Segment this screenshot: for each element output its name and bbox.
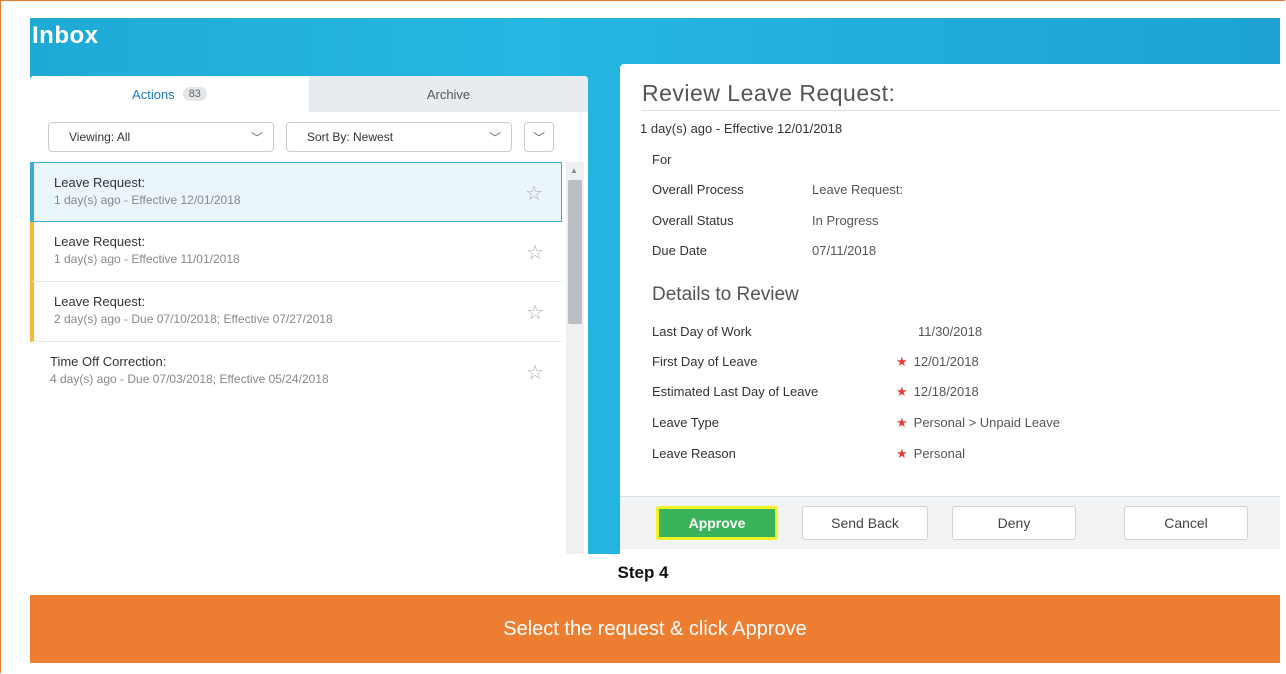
estimated-last-day-label: Estimated Last Day of Leave: [652, 384, 819, 399]
page-title: Inbox: [32, 22, 99, 49]
first-day-of-leave-field: ★ 12/01/2018: [896, 354, 979, 370]
for-label: For: [652, 152, 672, 167]
item-title: Leave Request:: [54, 175, 146, 190]
star-icon[interactable]: ☆: [525, 181, 543, 206]
list-scrollbar[interactable]: ▲: [566, 162, 584, 554]
cancel-button[interactable]: Cancel: [1124, 506, 1248, 540]
star-icon[interactable]: ☆: [526, 360, 544, 385]
estimated-last-day-field: ★ 12/18/2018: [896, 384, 979, 400]
viewing-dropdown[interactable]: Viewing: All ﹀: [48, 122, 274, 152]
list-item[interactable]: Leave Request: 1 day(s) ago - Effective …: [30, 162, 562, 222]
item-title: Leave Request:: [54, 234, 146, 249]
chevron-down-icon: ﹀: [488, 130, 501, 145]
action-button-bar: Approve Send Back Deny Cancel: [620, 496, 1280, 549]
detail-subtitle: 1 day(s) ago - Effective 12/01/2018: [640, 121, 843, 136]
send-back-button[interactable]: Send Back: [802, 506, 928, 540]
last-day-of-work-value: 11/30/2018: [918, 324, 983, 339]
scrollbar-thumb[interactable]: [568, 180, 582, 324]
list-item[interactable]: Time Off Correction: 4 day(s) ago - Due …: [30, 342, 562, 402]
item-subtitle: 1 day(s) ago - Effective 11/01/2018: [54, 252, 240, 266]
required-icon: ★: [896, 384, 908, 399]
chevron-down-icon: ﹀: [532, 130, 545, 145]
list-item[interactable]: Leave Request: 2 day(s) ago - Due 07/10/…: [30, 282, 562, 342]
inbox-list-panel: Actions 83 Archive Viewing: All ﹀ Sort B…: [30, 76, 588, 554]
overall-process-label: Overall Process: [652, 182, 744, 197]
deny-button[interactable]: Deny: [952, 506, 1076, 540]
sort-dropdown-value: Sort By: Newest: [307, 130, 394, 144]
due-date-label: Due Date: [652, 243, 707, 258]
item-title: Leave Request:: [54, 294, 146, 309]
item-subtitle: 2 day(s) ago - Due 07/10/2018; Effective…: [54, 312, 333, 326]
chevron-down-icon: ﹀: [250, 130, 263, 145]
leave-reason-label: Leave Reason: [652, 446, 736, 461]
filter-bar: Viewing: All ﹀ Sort By: Newest ﹀ ﹀: [30, 112, 588, 162]
detail-title: Review Leave Request:: [642, 80, 896, 106]
estimated-last-day-value: 12/18/2018: [913, 384, 979, 399]
star-icon[interactable]: ☆: [526, 240, 544, 265]
leave-type-value: Personal > Unpaid Leave: [913, 415, 1061, 430]
required-icon: ★: [896, 415, 908, 430]
leave-reason-value: Personal: [913, 446, 965, 461]
tab-actions[interactable]: Actions 83: [30, 76, 309, 112]
scroll-up-icon[interactable]: ▲: [570, 166, 578, 175]
item-subtitle: 4 day(s) ago - Due 07/03/2018; Effective…: [50, 372, 329, 386]
step-label: Step 4: [617, 563, 669, 582]
tab-archive-label: Archive: [426, 86, 471, 102]
leave-reason-field: ★ Personal: [896, 446, 965, 462]
tab-archive[interactable]: Archive: [309, 76, 588, 112]
overall-process-value: Leave Request:: [812, 182, 904, 197]
star-icon[interactable]: ☆: [526, 300, 544, 325]
leave-type-field: ★ Personal > Unpaid Leave: [896, 415, 1060, 431]
first-day-of-leave-label: First Day of Leave: [652, 354, 758, 369]
required-icon: ★: [896, 354, 908, 369]
sort-dropdown[interactable]: Sort By: Newest ﹀: [286, 122, 512, 152]
tab-bar: Actions 83 Archive: [30, 76, 588, 112]
divider: [642, 110, 1280, 111]
actions-count-badge: 83: [182, 87, 207, 101]
detail-panel: Review Leave Request: 1 day(s) ago - Eff…: [620, 64, 1280, 554]
overall-status-label: Overall Status: [652, 213, 734, 228]
item-subtitle: 1 day(s) ago - Effective 12/01/2018: [54, 193, 241, 207]
inbox-list: Leave Request: 1 day(s) ago - Effective …: [30, 162, 562, 402]
viewing-dropdown-value: Viewing: All: [69, 130, 131, 144]
more-options-button[interactable]: ﹀: [524, 122, 554, 152]
required-icon: ★: [896, 446, 908, 461]
overall-status-value: In Progress: [812, 213, 879, 228]
section-title: Details to Review: [652, 284, 799, 305]
tab-actions-label: Actions: [132, 86, 175, 102]
item-title: Time Off Correction:: [50, 354, 167, 369]
approve-button[interactable]: Approve: [656, 506, 778, 540]
leave-type-label: Leave Type: [652, 415, 719, 430]
due-date-value: 07/11/2018: [812, 243, 877, 258]
last-day-of-work-label: Last Day of Work: [652, 324, 752, 339]
first-day-of-leave-value: 12/01/2018: [913, 354, 979, 369]
list-item[interactable]: Leave Request: 1 day(s) ago - Effective …: [30, 222, 562, 282]
instruction-banner: Select the request & click Approve: [30, 595, 1280, 663]
